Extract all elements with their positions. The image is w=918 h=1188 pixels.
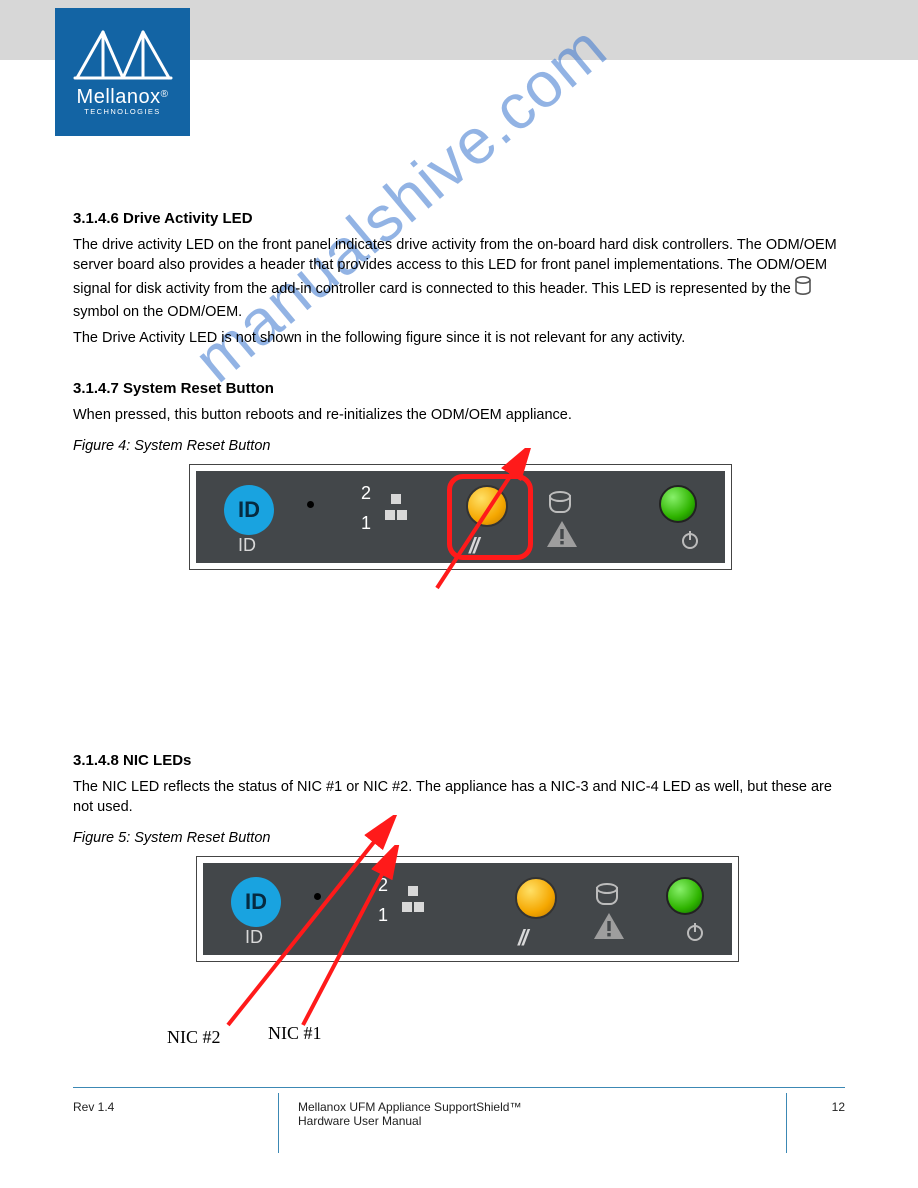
nic2-label: NIC #2 — [167, 1025, 221, 1050]
disk-icon — [596, 883, 614, 907]
nic1-label: NIC #1 — [268, 1021, 322, 1046]
heading-system-reset: 3.1.4.7 System Reset Button — [73, 378, 853, 399]
id-button[interactable]: ID — [224, 485, 274, 535]
logo-brand-text: Mellanox® — [77, 86, 169, 109]
recessed-hole-icon — [307, 501, 314, 508]
para-drive-activity-1: The drive activity LED on the front pane… — [73, 235, 853, 322]
red-arrow-nic1 — [283, 845, 423, 1035]
heading-drive-activity-led: 3.1.4.6 Drive Activity LED — [73, 208, 853, 229]
power-button[interactable] — [659, 485, 697, 523]
page: Mellanox® TECHNOLOGIES manualshive.com 3… — [0, 0, 918, 1188]
figure-5-caption: Figure 5: System Reset Button — [73, 828, 853, 848]
para-drive-activity-1a: The drive activity LED on the front pane… — [73, 237, 837, 297]
mellanox-logo: Mellanox® TECHNOLOGIES — [55, 8, 190, 136]
para-drive-activity-2: The Drive Activity LED is not shown in t… — [73, 328, 853, 348]
power-icon — [684, 921, 706, 949]
para-drive-activity-1b: symbol on the ODM/OEM. — [73, 304, 242, 320]
warning-triangle-icon — [592, 911, 626, 947]
panel-number-1: 1 — [361, 511, 371, 536]
footer-vertical-divider-right — [786, 1093, 787, 1153]
para-nic-leds: The NIC LED reflects the status of NIC #… — [73, 777, 853, 818]
power-button[interactable] — [666, 877, 704, 915]
slash-icon: // — [518, 923, 526, 954]
panel-number-2: 2 — [361, 481, 371, 506]
footer-revision: Rev 1.4 — [73, 1100, 114, 1114]
red-arrow-figure4 — [427, 448, 547, 598]
footer-divider-line — [73, 1087, 845, 1088]
para-system-reset: When pressed, this button reboots and re… — [73, 405, 853, 425]
power-icon — [679, 529, 699, 549]
bridge-icon — [73, 28, 173, 84]
id-button-label: ID — [238, 533, 256, 558]
heading-nic-leds: 3.1.4.8 NIC LEDs — [73, 750, 853, 771]
footer-doc-title: Mellanox UFM Appliance SupportShield™ Ha… — [298, 1100, 698, 1128]
footer-vertical-divider-left — [278, 1093, 279, 1153]
logo-sub-text: TECHNOLOGIES — [84, 107, 160, 116]
system-reset-button[interactable] — [515, 877, 557, 919]
footer-page-number: 12 — [832, 1100, 845, 1114]
warning-triangle-icon — [545, 519, 579, 555]
disk-icon — [549, 491, 567, 515]
page-content: 3.1.4.6 Drive Activity LED The drive act… — [73, 178, 853, 962]
disk-icon-inline — [795, 276, 811, 302]
